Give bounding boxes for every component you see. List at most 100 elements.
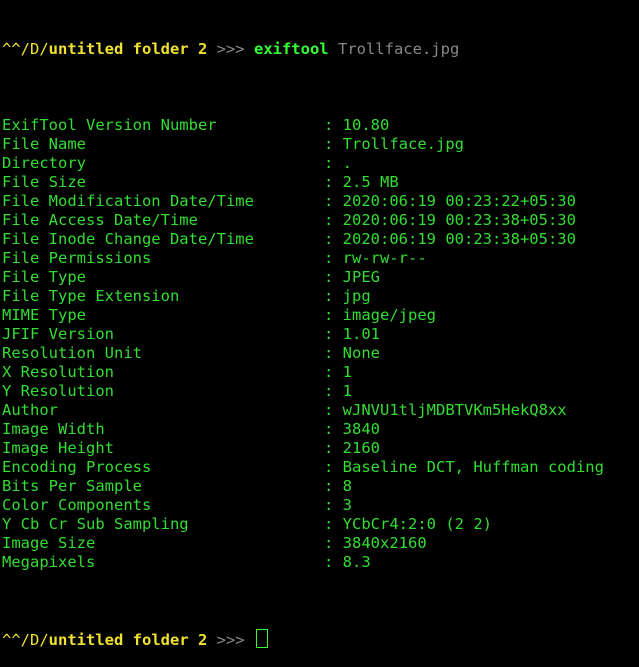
output-value: image/jpeg xyxy=(342,306,436,324)
output-separator: : xyxy=(324,496,343,514)
prompt-arrow: >>> xyxy=(207,40,245,58)
output-separator: : xyxy=(324,401,343,419)
output-row: Y Resolution: 1 xyxy=(2,382,639,401)
output-separator: : xyxy=(324,230,343,248)
output-row: X Resolution: 1 xyxy=(2,363,639,382)
prompt-arrow: >>> xyxy=(207,631,245,649)
prompt-prefix: ^^/D/ xyxy=(2,40,49,58)
output-row: File Modification Date/Time: 2020:06:19 … xyxy=(2,192,639,211)
command-line: ^^/D/untitled folder 2 >>> exiftool Trol… xyxy=(2,40,639,59)
output-key: File Access Date/Time xyxy=(2,211,198,229)
output-key: Directory xyxy=(2,154,86,172)
output-row: Bits Per Sample: 8 xyxy=(2,477,639,496)
output-row: JFIF Version: 1.01 xyxy=(2,325,639,344)
output-key: File Type Extension xyxy=(2,287,180,305)
output-value: 8 xyxy=(342,477,353,495)
output-key: JFIF Version xyxy=(2,325,114,343)
output-key: File Size xyxy=(2,173,86,191)
output-value: Baseline DCT, Huffman coding xyxy=(342,458,604,476)
output-key: Y Resolution xyxy=(2,382,114,400)
output-row: Encoding Process: Baseline DCT, Huffman … xyxy=(2,458,639,477)
output-separator: : xyxy=(324,553,343,571)
output-value: 3 xyxy=(342,496,353,514)
output-value: 8.3 xyxy=(342,553,371,571)
output-value: 2020:06:19 00:23:38+05:30 xyxy=(342,211,576,229)
output-separator: : xyxy=(324,306,343,324)
cursor-block[interactable] xyxy=(255,629,268,648)
output-value: YCbCr4:2:0 (2 2) xyxy=(342,515,492,533)
output-separator: : xyxy=(324,363,343,381)
output-key: File Permissions xyxy=(2,249,152,267)
output-key: Image Width xyxy=(2,420,105,438)
output-separator: : xyxy=(324,154,343,172)
output-row: Resolution Unit: None xyxy=(2,344,639,363)
output-row: Y Cb Cr Sub Sampling: YCbCr4:2:0 (2 2) xyxy=(2,515,639,534)
output-row: File Size: 2.5 MB xyxy=(2,173,639,192)
output-key: Megapixels xyxy=(2,553,96,571)
output-row: File Permissions: rw-rw-r-- xyxy=(2,249,639,268)
output-row: Megapixels: 8.3 xyxy=(2,553,639,572)
output-separator: : xyxy=(324,534,343,552)
output-value: JPEG xyxy=(342,268,380,286)
output-value: 1 xyxy=(342,382,353,400)
input-prompt-line[interactable]: ^^/D/untitled folder 2 >>> xyxy=(2,629,639,649)
output-row: ExifTool Version Number: 10.80 xyxy=(2,116,639,135)
output-value: 2020:06:19 00:23:22+05:30 xyxy=(342,192,576,210)
output-row: MIME Type: image/jpeg xyxy=(2,306,639,325)
output-value: 2160 xyxy=(342,439,380,457)
output-row: Directory: . xyxy=(2,154,639,173)
output-separator: : xyxy=(324,192,343,210)
output-separator: : xyxy=(324,458,343,476)
prompt-prefix: ^^/D/ xyxy=(2,631,49,649)
output-row: File Type: JPEG xyxy=(2,268,639,287)
output-value: jpg xyxy=(342,287,371,305)
output-value: 1 xyxy=(342,363,353,381)
terminal-window[interactable]: ^^/D/untitled folder 2 >>> exiftool Trol… xyxy=(0,0,639,649)
command-argument: Trollface.jpg xyxy=(337,40,460,58)
output-key: MIME Type xyxy=(2,306,86,324)
output-key: ExifTool Version Number xyxy=(2,116,217,134)
output-key: Y Cb Cr Sub Sampling xyxy=(2,515,189,533)
output-separator: : xyxy=(324,515,343,533)
output-row: Author: wJNVU1tljMDBTVKm5HekQ8xx xyxy=(2,401,639,420)
output-key: Bits Per Sample xyxy=(2,477,142,495)
output-key: File Type xyxy=(2,268,86,286)
output-key: Image Size xyxy=(2,534,96,552)
output-key: Encoding Process xyxy=(2,458,152,476)
output-key: Author xyxy=(2,401,58,419)
output-row: Image Height: 2160 xyxy=(2,439,639,458)
output-value: 2.5 MB xyxy=(342,173,399,191)
output-key: File Inode Change Date/Time xyxy=(2,230,254,248)
output-key: File Modification Date/Time xyxy=(2,192,254,210)
prompt-folder: untitled folder 2 xyxy=(48,40,208,58)
output-separator: : xyxy=(324,135,343,153)
output-value: Trollface.jpg xyxy=(342,135,464,153)
output-value: None xyxy=(342,344,380,362)
output-key: File Name xyxy=(2,135,86,153)
output-separator: : xyxy=(324,439,343,457)
output-key: Color Components xyxy=(2,496,152,514)
output-value: 2020:06:19 00:23:38+05:30 xyxy=(342,230,576,248)
output-separator: : xyxy=(324,116,343,134)
output-separator: : xyxy=(324,287,343,305)
output-value: 10.80 xyxy=(342,116,390,134)
output-separator: : xyxy=(324,249,343,267)
command-name: exiftool xyxy=(253,40,329,58)
output-separator: : xyxy=(324,477,343,495)
prompt-folder: untitled folder 2 xyxy=(48,631,208,649)
output-row: File Name: Trollface.jpg xyxy=(2,135,639,154)
output-key: Image Height xyxy=(2,439,114,457)
output-value: 1.01 xyxy=(342,325,380,343)
output-value: rw-rw-r-- xyxy=(342,249,427,267)
output-row: File Inode Change Date/Time: 2020:06:19 … xyxy=(2,230,639,249)
output-separator: : xyxy=(324,325,343,343)
output-row: Color Components: 3 xyxy=(2,496,639,515)
output-key: Resolution Unit xyxy=(2,344,142,362)
output-value: . xyxy=(342,154,353,172)
output-separator: : xyxy=(324,268,343,286)
output-separator: : xyxy=(324,382,343,400)
output-separator: : xyxy=(324,420,343,438)
output-row: File Type Extension: jpg xyxy=(2,287,639,306)
output-row: Image Width: 3840 xyxy=(2,420,639,439)
output-value: wJNVU1tljMDBTVKm5HekQ8xx xyxy=(342,401,567,419)
